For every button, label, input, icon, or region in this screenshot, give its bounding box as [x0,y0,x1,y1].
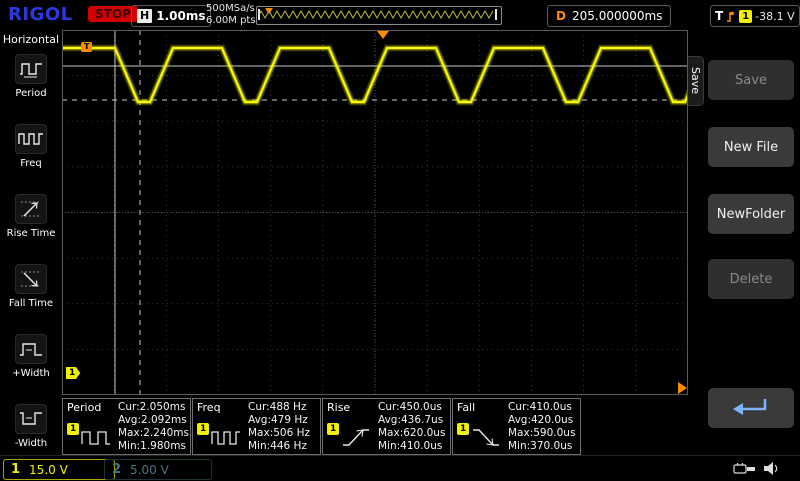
measurement-max: Max:506 Hz [248,427,310,439]
measurement-strip: Period Cur:2.050ms Avg:2.092ms Max:2.240… [62,398,582,455]
waveform-display: T 1 [62,30,688,395]
menu-item-label: Rise Time [7,228,56,239]
channel1-number: 1 [11,462,20,477]
new-folder-button[interactable]: NewFolder [708,194,794,234]
measurement-name: Period [67,401,101,414]
brand-logo: RIGOL [8,4,73,25]
usb-icon [733,462,757,475]
channel1-status: 1 15.0 V [3,459,115,480]
scope-graticule [62,30,688,395]
measurement-max: Max:2.240ms [118,427,189,439]
sample-rate: 500MSa/s [206,3,256,15]
menu-item-period[interactable]: Period [0,50,62,120]
measure-menu: Horizontal Period Freq Rise Time [0,30,62,455]
measurement-current: Cur:488 Hz [248,401,306,413]
measurement-max: Max:620.0us [378,427,445,439]
menu-item-fall-time[interactable]: Fall Time [0,260,62,330]
memory-depth: 6.00M pts [206,15,256,27]
menu-item-label: -Width [15,438,47,449]
channel-badge: 1 [67,423,79,435]
menu-item-plus-width[interactable]: +Width [0,330,62,400]
menu-item-label: +Width [12,368,49,379]
measurement-current: Cur:450.0us [378,401,442,413]
freq-icon [210,425,242,449]
measurement-panel-period: Period Cur:2.050ms Avg:2.092ms Max:2.240… [62,398,191,455]
measure-menu-title: Horizontal [0,30,62,50]
channel1-scale: 15.0 V [29,463,68,477]
measurement-max: Max:590.0us [508,427,575,439]
top-status-bar: RIGOL STOP H 1.00ms 500MSa/s 6.00M pts D… [0,0,800,30]
fall-time-icon [470,425,502,449]
d-label: D [556,9,566,23]
measurement-min: Min:1.980ms [118,440,186,452]
trigger-edge-icon [726,10,736,23]
menu-item-label: Period [15,88,46,99]
measurement-name: Fall [457,401,475,414]
rise-time-icon [15,194,47,224]
channel2-number: 2 [112,462,121,477]
preview-wave [257,7,499,22]
channel2-status: 2 5.00 V [104,459,212,480]
menu-item-freq[interactable]: Freq [0,120,62,190]
horizontal-scale-box: H 1.00ms [131,5,211,27]
menu-tab-save: Save [688,56,704,106]
measurement-average: Avg:436.7us [378,414,443,426]
rise-time-icon [340,425,372,449]
measurement-average: Avg:420.0us [508,414,573,426]
measurement-average: Avg:479 Hz [248,414,308,426]
channel-badge: 1 [457,423,469,435]
minus-width-icon [15,404,47,434]
waveform-preview-strip [256,6,502,25]
measurement-panel-fall: Fall Cur:410.0us Avg:420.0us Max:590.0us… [452,398,581,455]
return-arrow-icon [729,395,773,421]
fall-time-icon [15,264,47,294]
measurement-current: Cur:2.050ms [118,401,185,413]
menu-item-label: Freq [20,158,41,169]
measurement-average: Avg:2.092ms [118,414,187,426]
trigger-level-marker: T [81,42,92,52]
plus-width-icon [15,334,47,364]
measurement-min: Min:410.0us [378,440,442,452]
delay-box: D 205.000000ms [547,5,671,27]
save-button: Save [708,60,794,100]
soft-menu: Save Save New File NewFolder Delete [688,30,800,455]
channel-badge: 1 [327,423,339,435]
menu-item-rise-time[interactable]: Rise Time [0,190,62,260]
t-label: T [715,9,723,23]
freq-icon [15,124,47,154]
measurement-min: Min:446 Hz [248,440,307,452]
delay-value: 205.000000ms [572,9,662,23]
back-button[interactable] [708,388,794,428]
trigger-info-box: T 1 -38.1 V [710,5,800,27]
period-icon [80,425,112,449]
delete-button: Delete [708,259,794,299]
period-icon [15,54,47,84]
measurement-name: Rise [327,401,350,414]
measurement-current: Cur:410.0us [508,401,572,413]
measurement-panel-rise: Rise Cur:450.0us Avg:436.7us Max:620.0us… [322,398,451,455]
acquisition-info: 500MSa/s 6.00M pts [206,3,256,27]
speaker-icon [763,461,781,476]
measurement-panel-freq: Freq Cur:488 Hz Avg:479 Hz Max:506 Hz Mi… [192,398,321,455]
menu-item-label: Fall Time [9,298,53,309]
channel-status-bar: 1 15.0 V 2 5.00 V [0,455,800,481]
measurement-name: Freq [197,401,221,414]
measurement-min: Min:370.0us [508,440,572,452]
timebase-value: 1.00ms [156,9,205,23]
trigger-source-badge: 1 [739,10,752,23]
new-file-button[interactable]: New File [708,127,794,167]
trigger-level-value: -38.1 V [755,10,794,23]
channel-badge: 1 [197,423,209,435]
channel2-scale: 5.00 V [130,463,169,477]
h-label: H [137,9,152,23]
